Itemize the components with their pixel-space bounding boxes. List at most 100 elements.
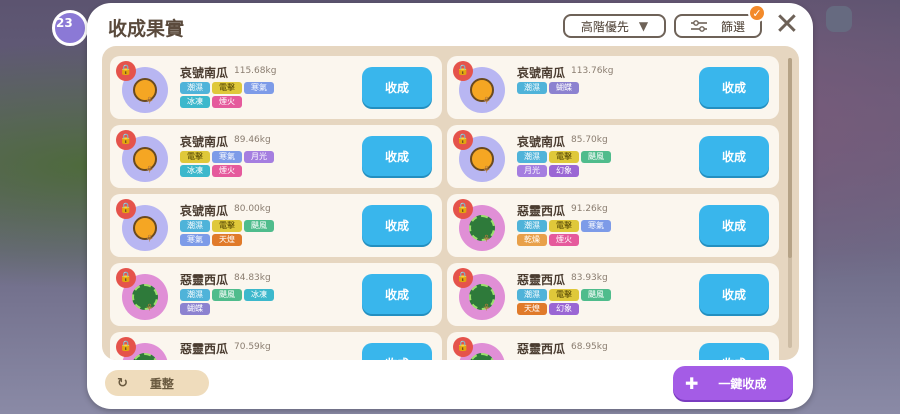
root-icon: ⚘ [145, 165, 154, 176]
harvest-button[interactable]: 收成 [362, 343, 432, 360]
mutation-tag: 潮濕 [180, 220, 210, 232]
mutation-tags: 潮濕 電擊 寒氣 乾燥 煙火 [517, 220, 617, 246]
fruit-card: ⚘ 🔒 哀號南瓜 80.00kg 潮濕 電擊 颶風 寒氣 天煌 收成 [110, 194, 442, 257]
scrollbar-thumb[interactable] [788, 58, 792, 258]
harvest-all-button[interactable]: ✚ 一鍵收成 [673, 366, 793, 400]
mutation-tag: 天煌 [517, 303, 547, 315]
mutation-tag: 電擊 [549, 289, 579, 301]
fruit-card: ⚘ 🔒 惡靈西瓜 91.26kg 潮濕 電擊 寒氣 乾燥 煙火 收成 [447, 194, 779, 257]
mutation-tags: 潮濕 蝴蝶 [517, 82, 617, 94]
mutation-tag: 乾燥 [517, 234, 547, 246]
lock-icon[interactable]: 🔒 [453, 130, 473, 150]
fruit-name: 惡靈西瓜 [517, 204, 566, 218]
harvest-button[interactable]: 收成 [362, 274, 432, 314]
fruit-card: ⚘ 🔒 惡靈西瓜 84.83kg 潮濕 颶風 冰凍 蝴蝶 收成 [110, 263, 442, 326]
settings-icon [826, 6, 852, 32]
root-icon: ⚘ [482, 165, 491, 176]
harvest-all-label: 一鍵收成 [718, 376, 767, 391]
harvest-button[interactable]: 收成 [699, 205, 769, 245]
mutation-tags: 潮濕 電擊 寒氣 冰凍 煙火 [180, 82, 280, 108]
refresh-icon: ↻ [117, 375, 128, 391]
root-icon: ⚘ [145, 96, 154, 107]
reset-button[interactable]: ↻ 重整 [105, 370, 209, 396]
harvest-button[interactable]: 收成 [699, 136, 769, 176]
mutation-tag: 冰凍 [244, 289, 274, 301]
harvest-button[interactable]: 收成 [699, 274, 769, 314]
harvest-button[interactable]: 收成 [362, 205, 432, 245]
mutation-tag: 月光 [244, 151, 274, 163]
harvest-button[interactable]: 收成 [362, 67, 432, 107]
fruit-card: ⚘ 🔒 哀號南瓜 89.46kg 電擊 寒氣 月光冰凍 煙火 收成 [110, 125, 442, 188]
root-icon: ⚘ [145, 303, 154, 314]
fruit-weight: 89.46kg [234, 135, 271, 145]
fruit-name: 惡靈西瓜 [517, 342, 566, 356]
lock-icon[interactable]: 🔒 [116, 130, 136, 150]
lock-icon[interactable]: 🔒 [453, 268, 473, 288]
fruit-weight: 70.59kg [234, 342, 271, 352]
mutation-tag: 潮濕 [180, 289, 210, 301]
mutation-tag: 幻象 [549, 165, 579, 177]
mutation-tag: 颶風 [212, 289, 242, 301]
melon-icon [469, 353, 495, 360]
mutation-tag: 電擊 [180, 151, 210, 163]
fruit-card: ⚘🔒惡靈西瓜68.95kg收成 [447, 332, 779, 360]
mutation-tag: 寒氣 [180, 234, 210, 246]
fruit-list[interactable]: ⚘ 🔒 惡靈西瓜 68.95kg 收成 ⚘ 🔒 惡靈西瓜 70.59kg 收成 ⚘ 🔒 惡靈西瓜 83.9… [102, 46, 799, 360]
mutation-tag: 幻象 [549, 303, 579, 315]
player-level: 23 [56, 16, 73, 30]
fruit-weight: 91.26kg [571, 204, 608, 214]
mutation-tag: 颶風 [244, 220, 274, 232]
mutation-tags: 潮濕 颶風 冰凍 蝴蝶 [180, 289, 280, 315]
fruit-card: ⚘ 🔒 哀號南瓜 113.76kg 潮濕 蝴蝶 收成 [447, 56, 779, 119]
mutation-tag: 煙火 [549, 234, 579, 246]
lock-icon[interactable]: 🔒 [116, 337, 136, 357]
mutation-tag: 月光 [517, 165, 547, 177]
mutation-tag: 天煌 [212, 234, 242, 246]
mutation-tag: 潮濕 [517, 82, 547, 94]
fruit-name: 惡靈西瓜 [180, 342, 229, 356]
close-button[interactable]: ✕ [774, 10, 800, 40]
filter-label: 篩選 [720, 19, 745, 34]
fruit-weight: 113.76kg [571, 66, 614, 76]
fruit-name: 哀號南瓜 [180, 135, 229, 149]
mutation-tag: 冰凍 [180, 96, 210, 108]
root-icon: ⚘ [482, 96, 491, 107]
melon-icon [132, 353, 158, 360]
mutation-tag: 寒氣 [212, 151, 242, 163]
mutation-tag: 颶風 [581, 289, 611, 301]
mutation-tag: 冰凍 [180, 165, 210, 177]
harvest-button[interactable]: 收成 [699, 343, 769, 360]
sliders-icon [690, 20, 707, 32]
scrollbar[interactable] [788, 58, 792, 348]
fruit-name: 惡靈西瓜 [517, 273, 566, 287]
mutation-tag: 寒氣 [581, 220, 611, 232]
fruit-card: ⚘ 🔒 哀號南瓜 85.70kg 潮濕 電擊 颶風 月光 幻象 收成 [447, 125, 779, 188]
sort-dropdown[interactable]: 高階優先 ▼ [563, 14, 666, 38]
mutation-tag: 潮濕 [517, 289, 547, 301]
mutation-tag: 潮濕 [517, 151, 547, 163]
mutation-tag: 電擊 [549, 151, 579, 163]
fruit-weight: 68.95kg [571, 342, 608, 352]
mutation-tags: 潮濕 電擊 颶風寒氣 天煌 [180, 220, 280, 246]
panel-title: 收成果實 [108, 18, 185, 40]
mutation-tag: 電擊 [212, 220, 242, 232]
fruit-name: 哀號南瓜 [517, 66, 566, 80]
fruit-name: 哀號南瓜 [180, 204, 229, 218]
fruit-weight: 85.70kg [571, 135, 608, 145]
lock-icon[interactable]: 🔒 [453, 199, 473, 219]
root-icon: ⚘ [145, 234, 154, 245]
mutation-tag: 寒氣 [244, 82, 274, 94]
mutation-tag: 電擊 [549, 220, 579, 232]
check-icon: ✓ [748, 4, 766, 22]
lock-icon[interactable]: 🔒 [116, 199, 136, 219]
mutation-tag: 煙火 [212, 96, 242, 108]
fruit-name: 惡靈西瓜 [180, 273, 229, 287]
harvest-button[interactable]: 收成 [699, 67, 769, 107]
fruit-name: 哀號南瓜 [180, 66, 229, 80]
lock-icon[interactable]: 🔒 [116, 268, 136, 288]
harvest-button[interactable]: 收成 [362, 136, 432, 176]
lock-icon[interactable]: 🔒 [453, 61, 473, 81]
mutation-tag: 煙火 [212, 165, 242, 177]
lock-icon[interactable]: 🔒 [453, 337, 473, 357]
lock-icon[interactable]: 🔒 [116, 61, 136, 81]
